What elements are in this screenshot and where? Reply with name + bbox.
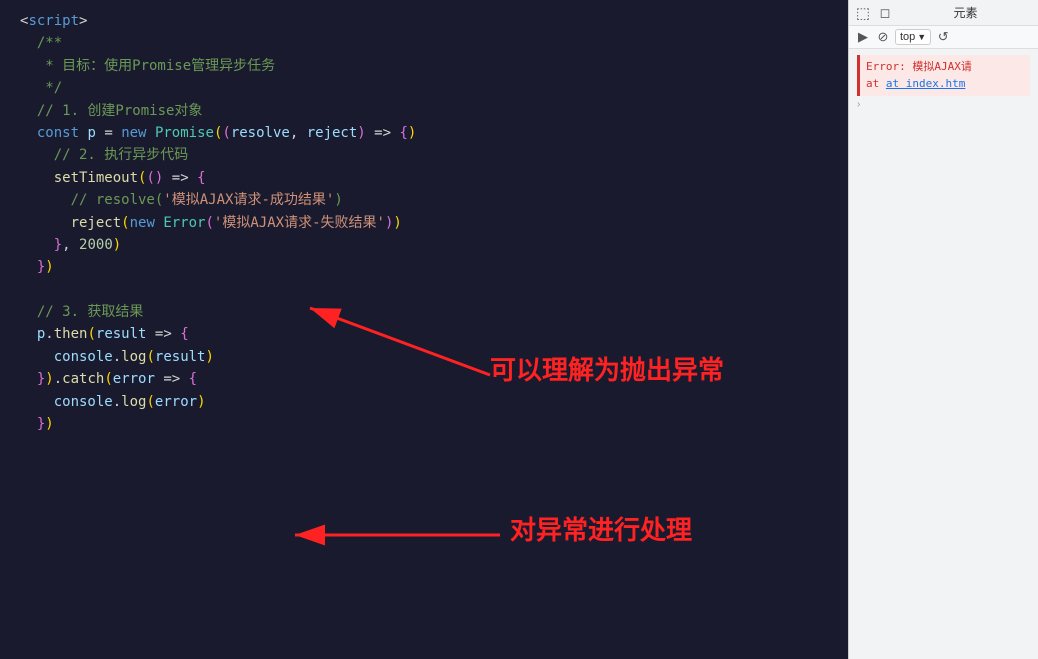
code-line-1: <script>	[20, 10, 828, 32]
console-error-message: Error: 模拟AJAX请 at at index.htm	[857, 55, 1030, 96]
cursor-icon[interactable]: ⬚	[855, 5, 871, 21]
code-line-19: })	[20, 413, 828, 435]
code-line-2: /**	[20, 32, 828, 54]
code-line-11: }, 2000)	[20, 234, 828, 256]
code-line-4: */	[20, 77, 828, 99]
code-line-5: // 1. 创建Promise对象	[20, 100, 828, 122]
code-line-18: console.log(error)	[20, 391, 828, 413]
annotation-throw-text: 可以理解为抛出异常	[490, 350, 724, 387]
code-line-10: reject(new Error('模拟AJAX请求-失败结果'))	[20, 212, 828, 234]
expand-arrow[interactable]: ›	[857, 99, 1030, 110]
chevron-down-icon: ▼	[917, 32, 926, 42]
annotation-catch-text: 对异常进行处理	[510, 510, 692, 547]
code-line-8: setTimeout(() => {	[20, 167, 828, 189]
code-line-12: })	[20, 256, 828, 278]
code-editor: <script> /** * 目标：使用Promise管理异步任务 */ // …	[0, 0, 848, 659]
devtools-toolbar: ⬚ ◻ 元素	[849, 0, 1038, 26]
console-content: Error: 模拟AJAX请 at at index.htm ›	[849, 49, 1038, 659]
context-dropdown[interactable]: top ▼	[895, 29, 931, 45]
elements-tab-label[interactable]: 元素	[954, 4, 978, 21]
code-line-6: const p = new Promise((resolve, reject) …	[20, 122, 828, 144]
code-line-7: // 2. 执行异步代码	[20, 144, 828, 166]
inspect-icon[interactable]: ◻	[877, 5, 893, 21]
devtools-console-toolbar: ▶ ⊘ top ▼ ↺	[849, 26, 1038, 49]
code-line-15: p.then(result => {	[20, 323, 828, 345]
error-location-text: at	[866, 77, 886, 90]
error-text: Error: 模拟AJAX请	[866, 60, 972, 73]
play-icon[interactable]: ▶	[855, 29, 871, 45]
refresh-icon[interactable]: ↺	[935, 29, 951, 45]
code-line-14: // 3. 获取结果	[20, 301, 828, 323]
code-line-9: // resolve('模拟AJAX请求-成功结果')	[20, 189, 828, 211]
code-line-13	[20, 279, 828, 301]
error-location-link[interactable]: at index.htm	[886, 77, 965, 90]
top-label: top	[900, 31, 915, 43]
devtools-panel: ⬚ ◻ 元素 ▶ ⊘ top ▼ ↺ Error: 模拟AJAX请 at at …	[848, 0, 1038, 659]
code-line-3: * 目标：使用Promise管理异步任务	[20, 55, 828, 77]
stop-icon[interactable]: ⊘	[875, 29, 891, 45]
